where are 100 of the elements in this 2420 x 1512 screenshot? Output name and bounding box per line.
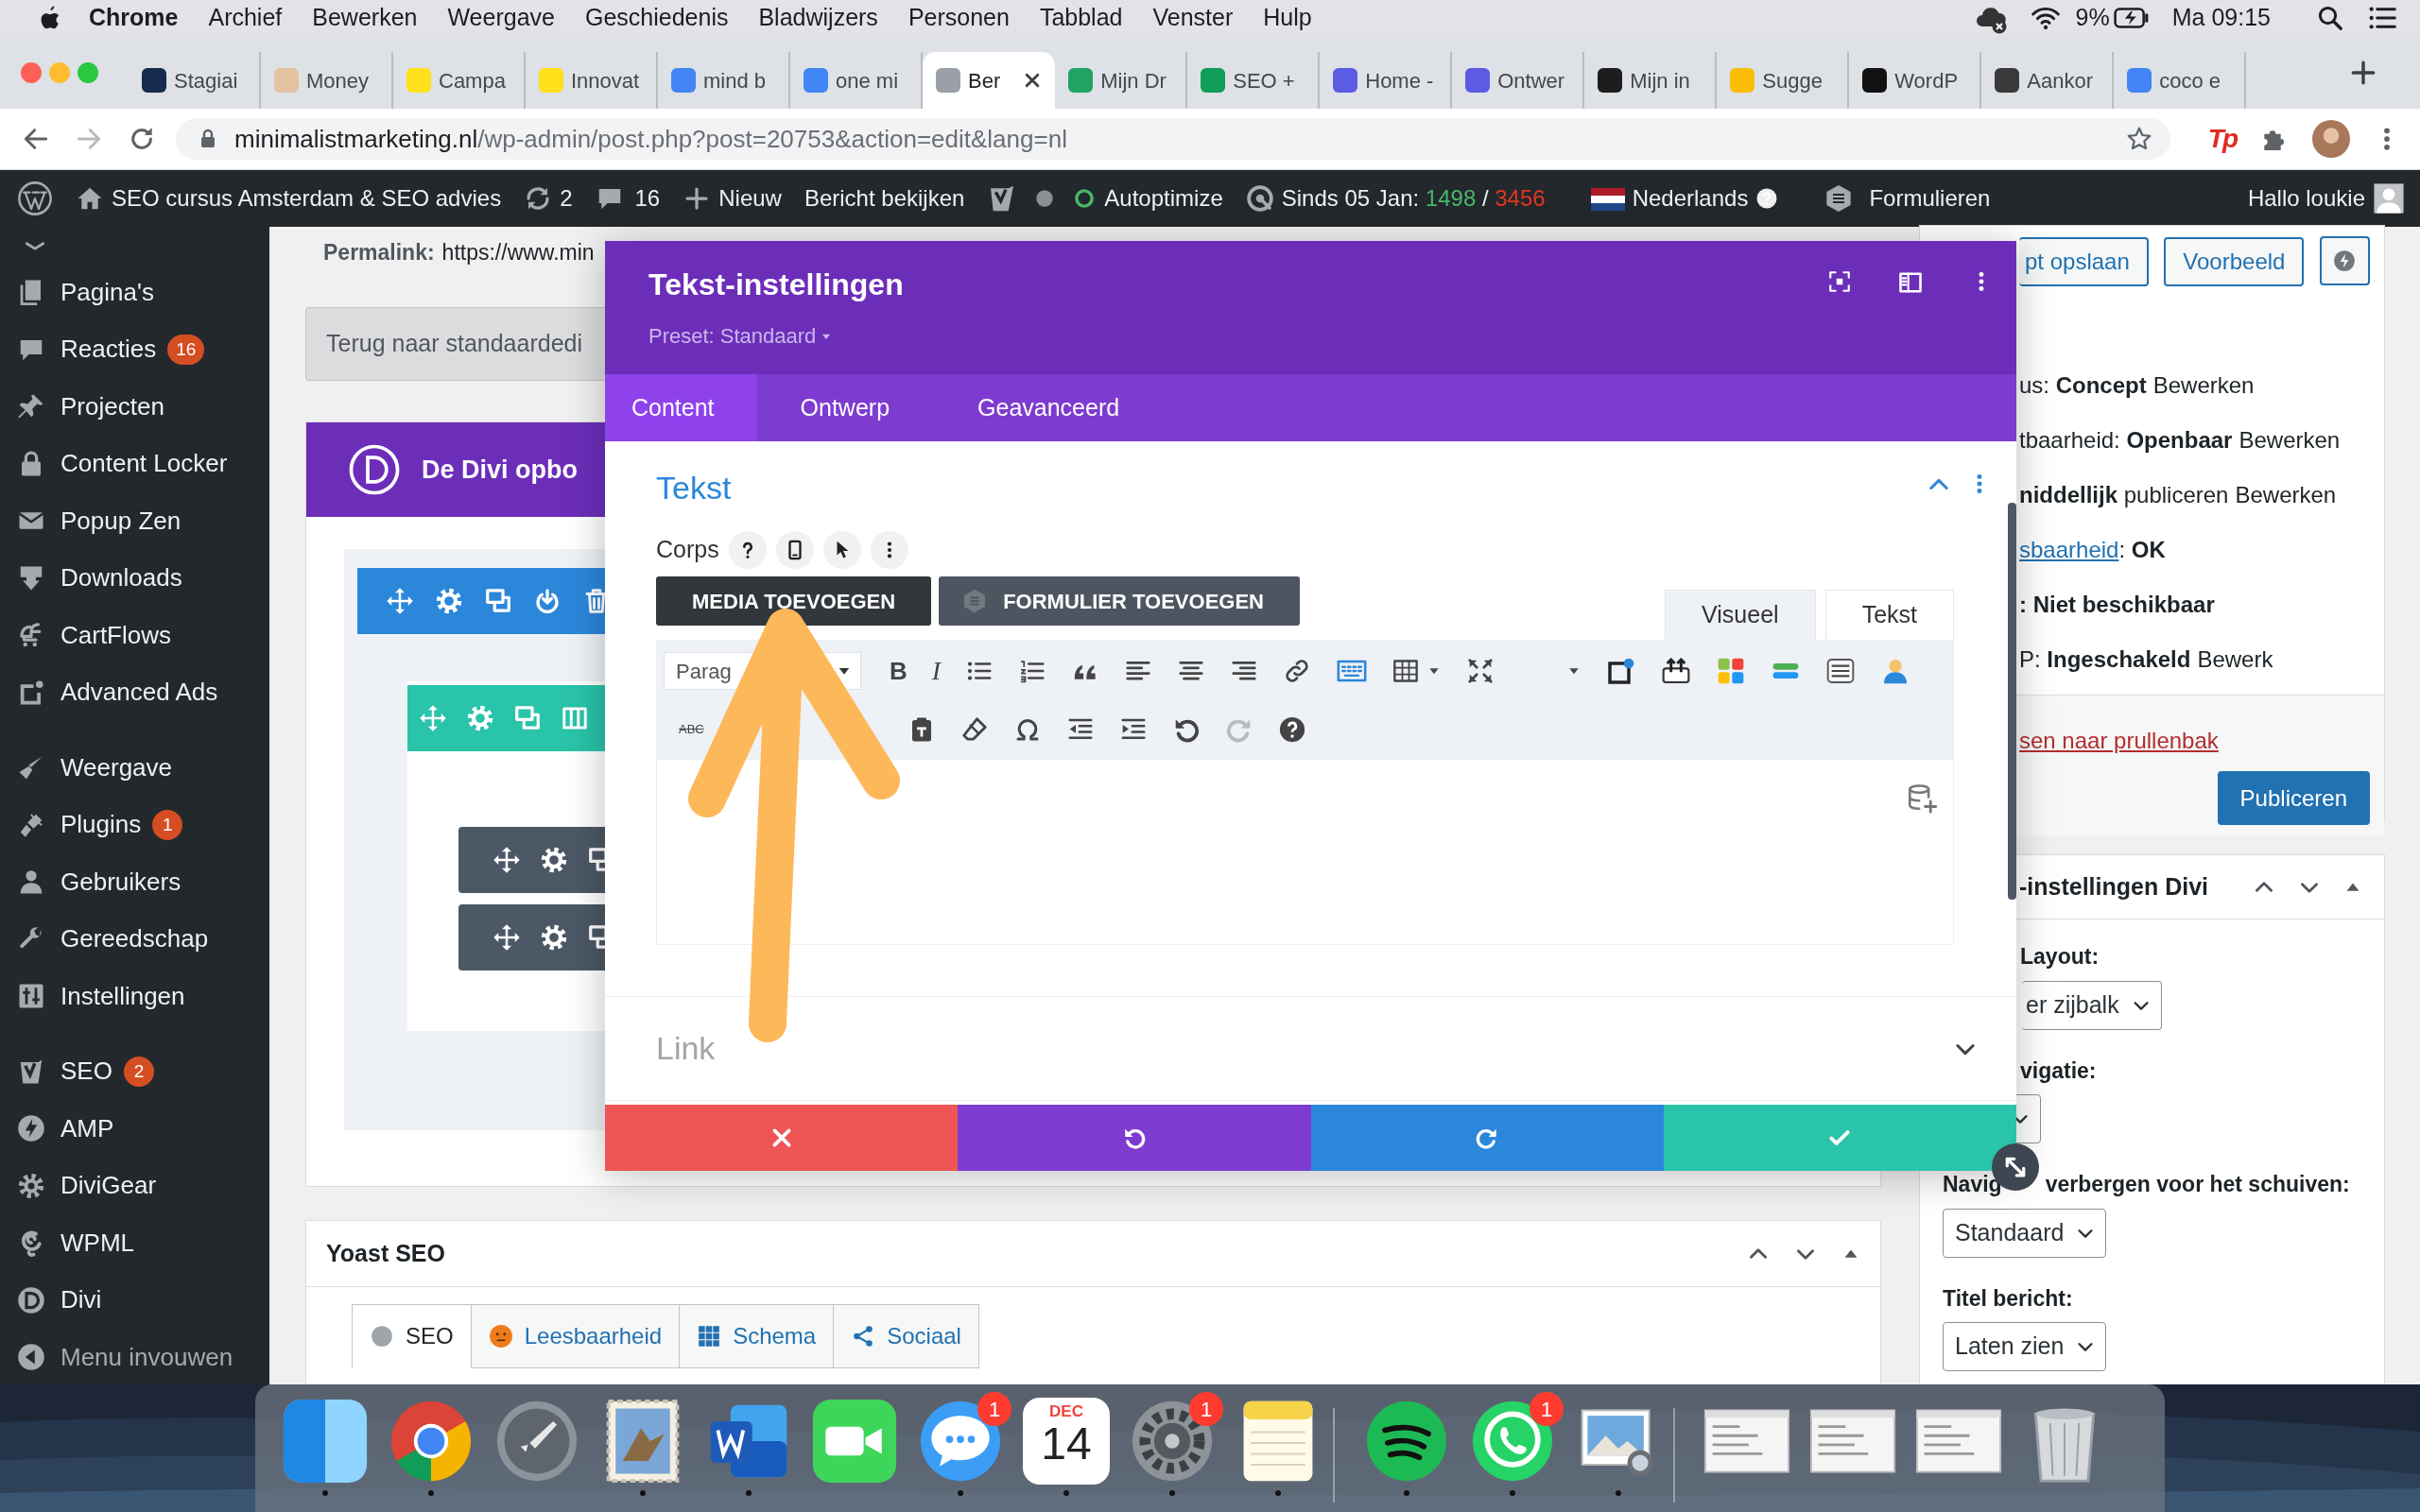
sidebar-link[interactable]: Divi (60, 1281, 102, 1319)
settings-icon[interactable] (540, 846, 568, 874)
settings-icon[interactable] (540, 923, 568, 952)
logo-icon[interactable] (17, 1285, 45, 1314)
sidebar-link[interactable]: WPML (60, 1224, 134, 1262)
sidebar-link[interactable]: Downloads (60, 559, 182, 597)
table-icon[interactable] (1392, 658, 1420, 684)
sidebar-link[interactable]: SEO (60, 1053, 112, 1091)
updates-count[interactable]: 2 (560, 181, 573, 215)
tab[interactable]: Content (605, 374, 757, 441)
duplicate-icon[interactable] (484, 587, 512, 615)
sidebar-link[interactable]: Popup Zen (60, 502, 182, 540)
select-field[interactable]: Laten zien (1943, 1322, 2107, 1371)
tab[interactable]: Visueel (1665, 590, 1816, 640)
tab[interactable]: Leesbaarheid (470, 1304, 681, 1368)
greeting-link[interactable]: Hallo loukie (2247, 181, 2365, 215)
trash-link[interactable]: sen naar prullenbak (2019, 728, 2219, 753)
help-icon[interactable] (1755, 187, 1779, 210)
upload-icon[interactable] (1661, 656, 1692, 686)
save-draft-button[interactable]: pt opslaan (2019, 237, 2149, 286)
sidebar-link[interactable]: Content Locker (60, 445, 228, 483)
edit-link[interactable]: sbaarheid (2019, 533, 2119, 567)
forms-link[interactable]: Formulieren (1869, 181, 1991, 215)
extension-icon[interactable]: Tp (2207, 119, 2237, 159)
move-icon[interactable] (386, 587, 414, 615)
new-link[interactable]: Nieuw (718, 181, 782, 215)
sidebar-link[interactable]: Gereedschap (60, 920, 209, 958)
preset-dropdown[interactable]: Preset: Standaard (648, 320, 904, 352)
menu-item[interactable]: Venster (1152, 0, 1234, 36)
settings-icon[interactable] (435, 587, 463, 615)
language-link[interactable]: Nederlands (1632, 181, 1749, 215)
browser-tab[interactable]: Ber (923, 52, 1056, 109)
gear-icon[interactable] (17, 1171, 45, 1200)
sidebar-link[interactable]: Gebruikers (60, 863, 182, 901)
edit-link[interactable]: Bewerken (2235, 478, 2337, 512)
view-post-link[interactable]: Bericht bekijken (804, 181, 965, 215)
user-avatar-icon[interactable] (2373, 182, 2405, 215)
amp-button[interactable] (2320, 236, 2370, 285)
menu-item[interactable]: Hulp (1263, 0, 1312, 36)
calendar-icon[interactable]: DEC 14 (1023, 1398, 1110, 1485)
app-menu[interactable]: Chrome (89, 0, 179, 36)
permalink-link[interactable]: https://www.min (441, 235, 595, 269)
move-icon[interactable] (493, 923, 521, 952)
finder-icon[interactable] (282, 1398, 369, 1485)
tab[interactable]: Ontwerp (756, 374, 935, 441)
add-media-button[interactable]: MEDIA TOEVOEGEN (656, 576, 932, 626)
menu-item[interactable]: Archief (208, 0, 283, 36)
bolt-icon[interactable] (17, 1114, 45, 1143)
strikethrough-button[interactable]: ABC (679, 720, 704, 739)
stats-text[interactable]: Sinds 05 Jan: 1498 / 3456 (1281, 181, 1546, 215)
address-bar[interactable]: minimalistmarketing.nl/wp-admin/post.php?post=20753&action=edit&lang=nl (176, 118, 2170, 160)
edit-link[interactable]: Bewerken (2152, 369, 2255, 403)
clock[interactable]: Ma 09:15 (2171, 0, 2271, 36)
focus-icon[interactable] (1827, 269, 1852, 294)
menu-item[interactable]: Personen (908, 0, 1010, 36)
sidebar-link[interactable]: CartFlows (60, 616, 171, 654)
sidebar-link[interactable]: AMP (60, 1109, 114, 1147)
sliders-icon[interactable] (17, 982, 45, 1011)
tab[interactable]: Tekst (1824, 590, 1954, 640)
tab[interactable]: Schema (679, 1304, 835, 1368)
collapse-menu-link[interactable]: Menu invouwen (60, 1338, 233, 1376)
sidebar-link[interactable]: DiviGear (60, 1167, 157, 1205)
collapse-icon[interactable] (17, 1343, 45, 1372)
sidebar-link[interactable]: Pagina's (60, 273, 154, 311)
fullscreen-icon[interactable] (1466, 657, 1495, 685)
help-icon[interactable] (1277, 715, 1306, 744)
wordpress-logo-icon[interactable] (17, 180, 53, 216)
power-icon[interactable] (533, 587, 562, 615)
move-icon[interactable] (493, 846, 521, 874)
comments-count[interactable]: 16 (634, 181, 661, 215)
tab[interactable]: Geavanceerd (934, 374, 1165, 441)
sidebar-link[interactable]: Plugins (60, 806, 142, 844)
menu-item[interactable]: Bewerken (312, 0, 418, 36)
bold-button[interactable]: B (890, 652, 908, 690)
site-name-link[interactable]: SEO cursus Amsterdam & SEO advies (112, 181, 502, 215)
menu-item[interactable]: Bladwijzers (758, 0, 878, 36)
sidebar-link[interactable]: Instellingen (60, 977, 185, 1015)
split-view-icon[interactable] (1897, 269, 1924, 296)
tab[interactable]: SEO (352, 1304, 472, 1368)
menu-item[interactable]: Weergave (447, 0, 555, 36)
database-add-icon[interactable] (1906, 782, 1938, 815)
sidebar-link[interactable]: Advanced Ads (60, 674, 218, 712)
edit-link[interactable]: Bewerk (2197, 643, 2273, 677)
flag-icon[interactable] (1590, 186, 1625, 211)
publish-button[interactable]: Publiceren (2217, 771, 2370, 825)
add-form-button[interactable]: FORMULIER TOEVOEGEN (939, 576, 1300, 626)
tab[interactable]: Sociaal (833, 1304, 979, 1368)
section-title[interactable]: Tekst (656, 464, 732, 512)
lines-icon[interactable] (1825, 656, 1857, 686)
select-field[interactable]: er zijbalk (2022, 980, 2162, 1030)
stats-icon[interactable] (1245, 184, 1274, 213)
autoptimize-link[interactable]: Autoptimize (1104, 181, 1223, 215)
select-field[interactable]: Standaard (1943, 1208, 2107, 1258)
profile-avatar-icon[interactable] (2312, 120, 2350, 158)
search-icon[interactable] (2316, 4, 2344, 32)
menu-item[interactable]: Geschiedenis (584, 0, 729, 36)
sidebar-link[interactable]: Reacties (60, 331, 157, 369)
sidebar-link[interactable]: Projecten (60, 387, 164, 425)
menu-item[interactable]: Tabblad (1039, 0, 1123, 36)
sidebar-link[interactable]: Weergave (60, 748, 173, 786)
